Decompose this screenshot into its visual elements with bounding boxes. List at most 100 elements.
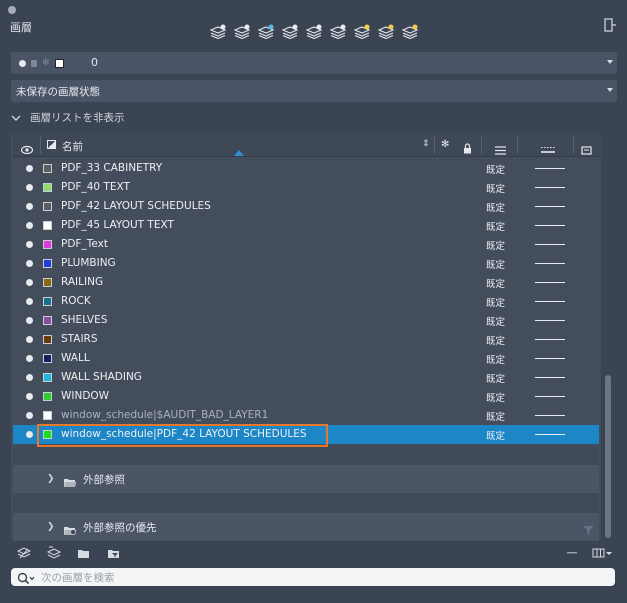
layer-on-icon[interactable] xyxy=(26,241,33,248)
layer-on-icon[interactable] xyxy=(26,260,33,267)
layer-linetype[interactable]: 既定 xyxy=(486,371,505,385)
new-group-filter-button[interactable] xyxy=(45,544,63,562)
layer-color-swatch[interactable] xyxy=(43,164,52,173)
layer-row[interactable]: WALL 既定 xyxy=(13,349,599,368)
layer-color-swatch[interactable] xyxy=(43,411,52,420)
layer-lineweight[interactable] xyxy=(535,301,565,302)
layer-row[interactable]: window_schedule|$AUDIT_BAD_LAYER1 既定 xyxy=(13,406,599,425)
layer-linetype[interactable]: 既定 xyxy=(486,352,505,366)
lineweight-column-icon[interactable] xyxy=(541,140,555,159)
color-column-icon[interactable] xyxy=(47,140,56,149)
group-xref-override[interactable]: ❯ 外部参照の優先 xyxy=(13,513,599,541)
layer-on-icon[interactable] xyxy=(26,393,33,400)
layer-on-icon[interactable] xyxy=(353,22,371,40)
sort-arrows-icon[interactable]: ⇕ xyxy=(422,139,430,149)
layer-color-swatch[interactable] xyxy=(43,240,52,249)
layer-lineweight[interactable] xyxy=(535,320,565,321)
column-settings-button[interactable] xyxy=(591,544,613,562)
layer-linetype[interactable]: 既定 xyxy=(486,238,505,252)
layer-lineweight[interactable] xyxy=(535,282,565,283)
layer-lineweight[interactable] xyxy=(535,396,565,397)
layer-row[interactable]: PDF_33 CABINETRY 既定 xyxy=(13,159,599,178)
layer-match-icon[interactable] xyxy=(257,22,275,40)
layer-isolate-icon[interactable] xyxy=(305,22,323,40)
layer-row[interactable]: PDF_Text 既定 xyxy=(13,235,599,254)
layer-color-swatch[interactable] xyxy=(43,221,52,230)
layer-color-swatch[interactable] xyxy=(43,392,52,401)
layer-lock-icon[interactable] xyxy=(377,22,395,40)
layer-on-icon[interactable] xyxy=(26,298,33,305)
layer-linetype[interactable]: 既定 xyxy=(486,276,505,290)
layer-on-icon[interactable] xyxy=(26,165,33,172)
new-layer-vp-frozen-icon[interactable] xyxy=(233,22,251,40)
layer-row[interactable]: STAIRS 既定 xyxy=(13,330,599,349)
freeze-column-icon[interactable]: ✻ xyxy=(441,139,449,150)
layer-on-icon[interactable] xyxy=(26,203,33,210)
lock-column-icon[interactable] xyxy=(463,139,472,158)
new-layer-icon[interactable] xyxy=(209,22,227,40)
search-input[interactable] xyxy=(39,569,603,586)
layer-row[interactable]: PDF_40 TEXT 既定 xyxy=(13,178,599,197)
layer-linetype[interactable]: 既定 xyxy=(486,333,505,347)
layer-linetype[interactable]: 既定 xyxy=(486,295,505,309)
layer-linetype[interactable]: 既定 xyxy=(486,428,505,442)
dock-panel-icon[interactable] xyxy=(603,17,617,32)
layer-row[interactable]: PDF_45 LAYOUT TEXT 既定 xyxy=(13,216,599,235)
linetype-column-icon[interactable] xyxy=(495,140,506,159)
group-xref[interactable]: ❯ 外部参照 xyxy=(13,465,599,493)
window-close-dot[interactable] xyxy=(8,6,16,14)
layer-previous-icon[interactable] xyxy=(281,22,299,40)
layer-on-icon[interactable] xyxy=(26,355,33,362)
layer-linetype[interactable]: 既定 xyxy=(486,181,505,195)
layer-row[interactable]: SHELVES 既定 xyxy=(13,311,599,330)
name-column-header[interactable]: 名前 xyxy=(62,139,83,154)
layer-lineweight[interactable] xyxy=(535,263,565,264)
layer-linetype[interactable]: 既定 xyxy=(486,314,505,328)
layer-freeze-icon[interactable] xyxy=(329,22,347,40)
layer-state-dropdown[interactable]: 未保存の画層状態 xyxy=(11,80,617,102)
layer-linetype[interactable]: 既定 xyxy=(486,390,505,404)
layer-lineweight[interactable] xyxy=(535,225,565,226)
layer-row[interactable]: ROCK 既定 xyxy=(13,292,599,311)
layer-on-icon[interactable] xyxy=(26,374,33,381)
collapse-button[interactable] xyxy=(563,544,581,562)
layer-color-swatch[interactable] xyxy=(43,297,52,306)
layer-on-icon[interactable] xyxy=(26,317,33,324)
layer-color-swatch[interactable] xyxy=(43,183,52,192)
layer-row[interactable]: RAILING 既定 xyxy=(13,273,599,292)
layer-linetype[interactable]: 既定 xyxy=(486,409,505,423)
layer-lineweight[interactable] xyxy=(535,415,565,416)
layer-unlock-icon[interactable] xyxy=(401,22,419,40)
scrollbar-thumb[interactable] xyxy=(605,375,611,538)
new-property-filter-button[interactable] xyxy=(105,544,123,562)
visibility-column-icon[interactable] xyxy=(20,140,34,159)
layer-settings-button[interactable] xyxy=(15,544,33,562)
layer-on-icon[interactable] xyxy=(26,222,33,229)
layer-color-swatch[interactable] xyxy=(43,354,52,363)
layer-on-icon[interactable] xyxy=(26,431,33,438)
layer-search-box[interactable] xyxy=(11,568,615,586)
layer-lineweight[interactable] xyxy=(535,187,565,188)
layer-color-swatch[interactable] xyxy=(43,335,52,344)
layer-row[interactable]: WALL SHADING 既定 xyxy=(13,368,599,387)
layer-linetype[interactable]: 既定 xyxy=(486,219,505,233)
layer-on-icon[interactable] xyxy=(26,336,33,343)
filter-icon[interactable] xyxy=(583,521,594,540)
layer-linetype[interactable]: 既定 xyxy=(486,257,505,271)
layer-lineweight[interactable] xyxy=(535,206,565,207)
plot-column-icon[interactable] xyxy=(581,140,592,159)
layer-linetype[interactable]: 既定 xyxy=(486,200,505,214)
layer-lineweight[interactable] xyxy=(535,377,565,378)
layer-color-swatch[interactable] xyxy=(43,202,52,211)
layer-on-icon[interactable] xyxy=(26,184,33,191)
current-layer-dropdown[interactable]: ✻ 0 xyxy=(11,52,617,74)
layer-linetype[interactable]: 既定 xyxy=(486,162,505,176)
layer-lineweight[interactable] xyxy=(535,434,565,435)
layer-row[interactable]: WINDOW 既定 xyxy=(13,387,599,406)
layer-lineweight[interactable] xyxy=(535,358,565,359)
layer-color-swatch[interactable] xyxy=(43,316,52,325)
layer-color-swatch[interactable] xyxy=(43,278,52,287)
new-folder-button[interactable] xyxy=(75,544,93,562)
layer-on-icon[interactable] xyxy=(26,412,33,419)
layer-lineweight[interactable] xyxy=(535,244,565,245)
